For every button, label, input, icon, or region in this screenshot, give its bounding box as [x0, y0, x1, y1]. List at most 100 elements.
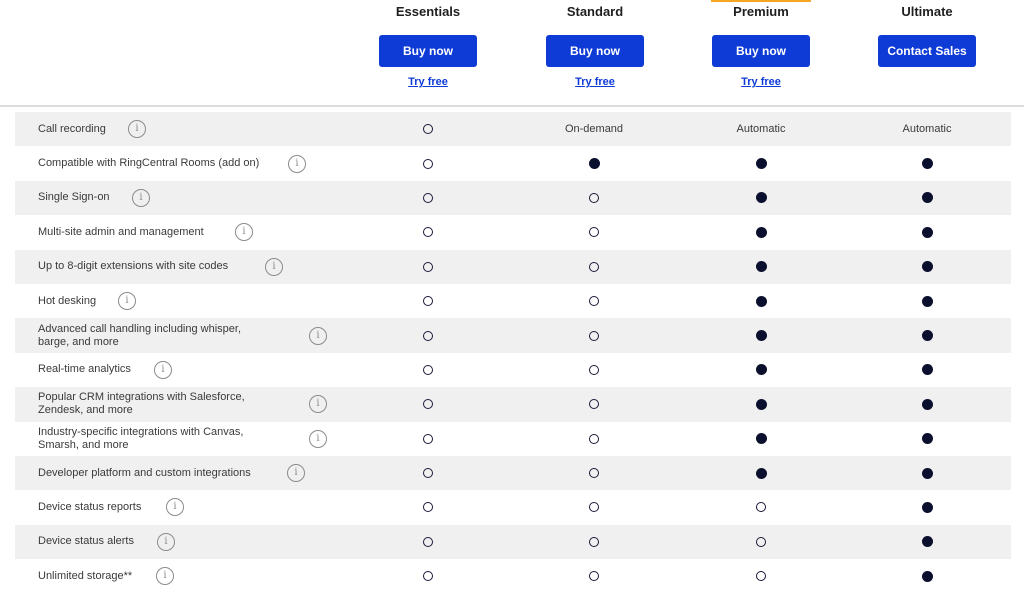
- plan-name: Standard: [566, 4, 624, 19]
- buy-now-button-standard[interactable]: Buy now: [546, 35, 644, 67]
- info-icon[interactable]: i: [128, 120, 146, 139]
- not-included-icon: [589, 296, 599, 307]
- feature-cell-premium: [691, 490, 831, 524]
- feature-cell-standard: [524, 318, 664, 352]
- feature-label: Real-time analytics: [38, 363, 131, 376]
- not-included-icon: [423, 158, 433, 169]
- feature-cell-ultimate: [857, 559, 997, 593]
- included-icon: [755, 433, 767, 445]
- not-included-icon: [589, 399, 599, 410]
- not-included-icon: [423, 124, 433, 135]
- info-icon[interactable]: i: [118, 292, 136, 311]
- try-free-link-premium[interactable]: Try free: [701, 76, 821, 88]
- info-icon[interactable]: i: [157, 532, 175, 551]
- try-free-link-essentials[interactable]: Try free: [368, 76, 488, 88]
- table-row: Popular CRM integrations with Salesforce…: [15, 387, 1011, 422]
- included-icon: [755, 192, 767, 204]
- not-included-icon: [589, 192, 599, 203]
- not-included-icon: [589, 330, 599, 341]
- feature-label: Developer platform and custom integratio…: [38, 466, 251, 479]
- feature-cell-ultimate: [857, 318, 997, 352]
- not-included-icon: [756, 502, 766, 513]
- info-icon[interactable]: i: [288, 154, 306, 173]
- feature-cell-standard: [524, 284, 664, 318]
- info-icon[interactable]: i: [235, 223, 253, 242]
- not-included-icon: [423, 433, 433, 444]
- included-icon: [921, 192, 933, 204]
- feature-cell-premium: [691, 525, 831, 559]
- feature-cell-standard: [524, 456, 664, 490]
- feature-cell-standard: [524, 353, 664, 387]
- not-included-icon: [423, 296, 433, 307]
- included-icon: [921, 433, 933, 445]
- feature-cell-premium: [691, 181, 831, 215]
- feature-label: Multi-site admin and management: [38, 225, 204, 238]
- feature-cell-ultimate: [857, 456, 997, 490]
- table-row: Single Sign-on i: [15, 180, 1011, 216]
- feature-cell-essentials: [358, 422, 498, 456]
- table-row: Unlimited storage** i: [15, 559, 1011, 593]
- feature-cell-standard: [524, 181, 664, 215]
- info-icon[interactable]: i: [309, 429, 327, 448]
- contact-sales-button[interactable]: Contact Sales: [878, 35, 976, 67]
- included-icon: [921, 330, 933, 342]
- included-icon: [921, 158, 933, 170]
- feature-cell-premium: [691, 284, 831, 318]
- feature-label: Industry-specific integrations with Canv…: [38, 425, 244, 451]
- plan-name: Essentials: [395, 4, 461, 19]
- feature-cell-essentials: [358, 146, 498, 180]
- info-icon[interactable]: i: [287, 464, 305, 483]
- feature-value-text: On-demand: [564, 123, 624, 136]
- not-included-icon: [589, 227, 599, 238]
- try-free-link-standard[interactable]: Try free: [535, 76, 655, 88]
- feature-cell-standard: On-demand: [524, 112, 664, 146]
- feature-cell-essentials: [358, 250, 498, 284]
- feature-cell-essentials: [358, 181, 498, 215]
- feature-cell-ultimate: [857, 250, 997, 284]
- table-row: Device status alerts i: [15, 524, 1011, 560]
- feature-label: Hot desking: [38, 294, 97, 307]
- feature-cell-premium: [691, 250, 831, 284]
- feature-cell-ultimate: [857, 284, 997, 318]
- feature-cell-essentials: [358, 525, 498, 559]
- included-icon: [921, 501, 933, 513]
- not-included-icon: [423, 536, 433, 547]
- feature-cell-standard: [524, 525, 664, 559]
- not-included-icon: [589, 536, 599, 547]
- not-included-icon: [589, 571, 599, 582]
- not-included-icon: [423, 502, 433, 513]
- included-icon: [755, 226, 767, 238]
- info-icon[interactable]: i: [309, 326, 327, 345]
- feature-cell-premium: Automatic: [691, 112, 831, 146]
- feature-cell-standard: [524, 387, 664, 421]
- feature-cell-essentials: [358, 284, 498, 318]
- info-icon[interactable]: i: [132, 188, 150, 207]
- feature-cell-essentials: [358, 112, 498, 146]
- info-icon[interactable]: i: [265, 257, 283, 276]
- feature-cell-standard: [524, 422, 664, 456]
- included-icon: [921, 364, 933, 376]
- feature-cell-ultimate: [857, 387, 997, 421]
- info-icon[interactable]: i: [156, 567, 174, 586]
- info-icon[interactable]: i: [166, 498, 184, 517]
- table-row: Industry-specific integrations with Canv…: [15, 422, 1011, 456]
- not-included-icon: [589, 433, 599, 444]
- header-divider: [0, 105, 1024, 107]
- feature-cell-ultimate: [857, 146, 997, 180]
- included-icon: [755, 295, 767, 307]
- feature-cell-premium: [691, 387, 831, 421]
- included-icon: [921, 467, 933, 479]
- feature-cell-premium: [691, 422, 831, 456]
- feature-table: Call recording i On-demand Automatic Automat…: [15, 112, 1011, 593]
- not-included-icon: [423, 468, 433, 479]
- table-row: Developer platform and custom integratio…: [15, 455, 1011, 491]
- buy-now-button-premium[interactable]: Buy now: [712, 35, 810, 67]
- not-included-icon: [589, 364, 599, 375]
- info-icon[interactable]: i: [309, 395, 327, 414]
- feature-label: Device status reports: [38, 500, 142, 513]
- info-icon[interactable]: i: [154, 360, 172, 379]
- feature-cell-premium: [691, 353, 831, 387]
- not-included-icon: [756, 536, 766, 547]
- feature-label: Up to 8-digit extensions with site codes: [38, 260, 229, 273]
- buy-now-button-essentials[interactable]: Buy now: [379, 35, 477, 67]
